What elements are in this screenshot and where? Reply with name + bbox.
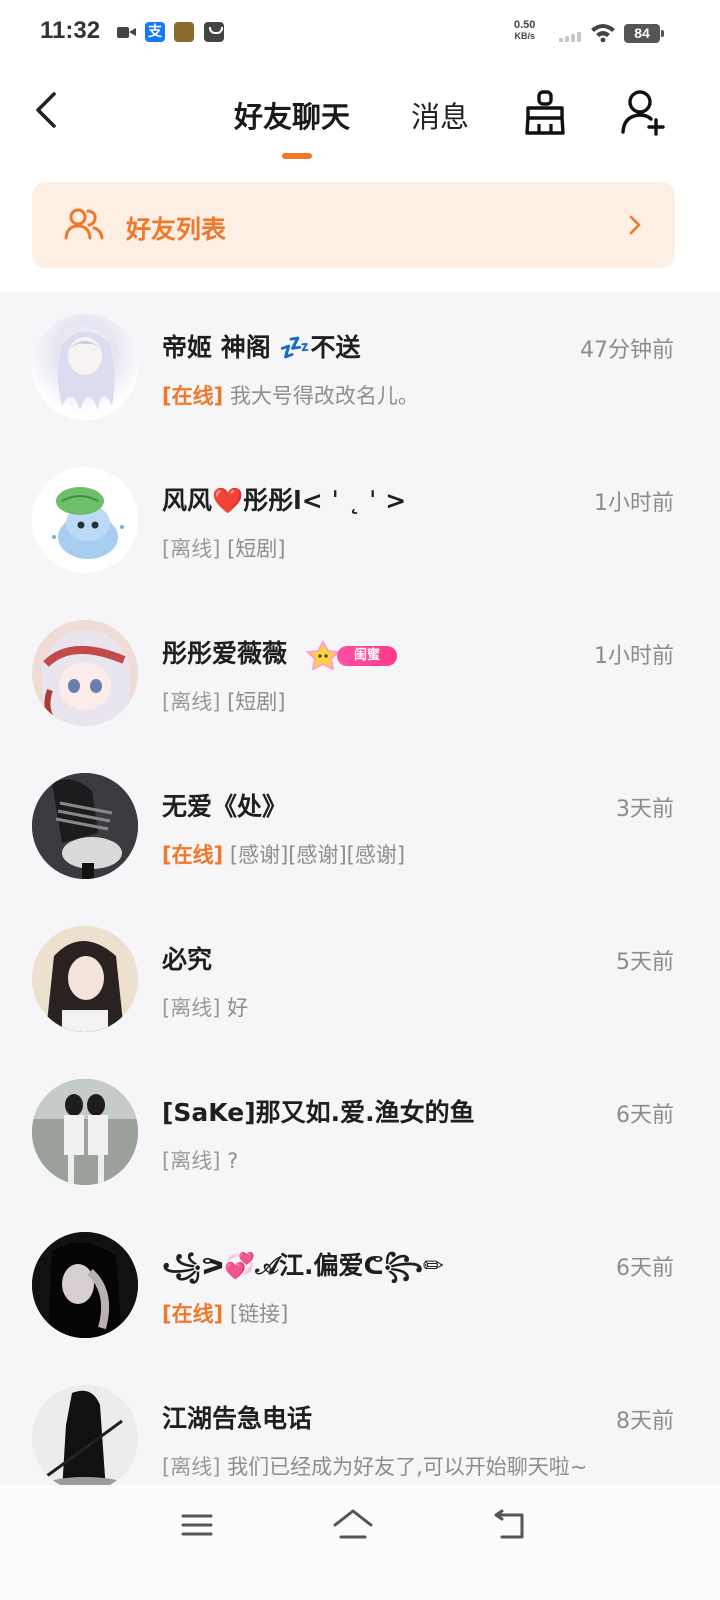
chat-row[interactable]: 彤彤爱薇薇 闺蜜 1小时前 [离线] [短剧] bbox=[0, 598, 720, 751]
avatar[interactable] bbox=[32, 620, 138, 726]
chat-row[interactable]: ꧁ᕗ💞𝒜江.偏爱ᕦ꧂✏ 6天前 [在线] [链接] bbox=[0, 1210, 720, 1363]
last-message-time: 6天前 bbox=[616, 1256, 674, 1281]
offline-status: [离线] bbox=[162, 1149, 221, 1173]
offline-status: [离线] bbox=[162, 537, 221, 561]
bestie-badge: 闺蜜 bbox=[297, 640, 398, 670]
tab-messages[interactable]: 消息 bbox=[411, 94, 469, 136]
network-speed: 0.50 KB/s bbox=[514, 20, 535, 42]
network-speed-unit: KB/s bbox=[514, 31, 535, 41]
tab-friend-chat[interactable]: 好友聊天 bbox=[234, 94, 350, 136]
bestie-badge-label: 闺蜜 bbox=[337, 646, 398, 666]
message-preview: [在线] [感谢][感谢][感谢] bbox=[162, 839, 405, 869]
online-status: [在线] bbox=[162, 1302, 224, 1326]
friend-list-label: 好友列表 bbox=[126, 215, 227, 244]
message-text: [链接] bbox=[223, 1302, 289, 1326]
avatar[interactable] bbox=[32, 773, 138, 879]
friend-name: 帝姬 神阁 💤不送 bbox=[162, 333, 361, 362]
menu-icon[interactable] bbox=[175, 1505, 219, 1545]
back-nav-icon[interactable] bbox=[488, 1505, 532, 1545]
top-header: 好友聊天 消息 bbox=[0, 64, 720, 174]
alipay-icon: 支 bbox=[145, 22, 165, 42]
avatar[interactable] bbox=[32, 314, 138, 420]
friend-chat-list[interactable]: 帝姬 神阁 💤不送 47分钟前 [在线] 我大号得改改名儿。 风风❤️彤彤l< … bbox=[0, 292, 720, 1485]
message-preview: [离线] 好 bbox=[162, 992, 248, 1022]
offline-status: [离线] bbox=[162, 690, 221, 714]
video-camera-icon bbox=[117, 22, 137, 42]
friend-name-text: 彤彤爱薇薇 bbox=[162, 639, 288, 668]
message-text: [感谢][感谢][感谢] bbox=[223, 843, 406, 867]
message-text: 我大号得改改名儿。 bbox=[223, 384, 419, 408]
chat-row[interactable]: 帝姬 神阁 💤不送 47分钟前 [在线] 我大号得改改名儿。 bbox=[0, 292, 720, 445]
chat-row[interactable]: 江湖告急电话 8天前 [离线] 我们已经成为好友了,可以开始聊天啦~ bbox=[0, 1363, 720, 1485]
offline-status: [离线] bbox=[162, 1455, 221, 1479]
friend-name: 风风❤️彤彤l< ˈ ˛ ˈ > bbox=[162, 486, 407, 515]
chevron-right-icon bbox=[629, 215, 641, 235]
avatar[interactable] bbox=[32, 1079, 138, 1185]
avatar[interactable] bbox=[32, 1232, 138, 1338]
last-message-time: 47分钟前 bbox=[580, 338, 674, 363]
last-message-time: 1小时前 bbox=[594, 644, 674, 669]
status-bar: 11:32 支 0.50 KB/s 84 bbox=[0, 0, 720, 64]
last-message-time: 1小时前 bbox=[594, 491, 674, 516]
shopping-bag-icon bbox=[204, 22, 224, 42]
message-text: 好 bbox=[220, 996, 249, 1020]
message-text: 我们已经成为好友了,可以开始聊天啦~ bbox=[220, 1455, 588, 1479]
status-time: 11:32 bbox=[40, 17, 101, 44]
last-message-time: 6天前 bbox=[616, 1103, 674, 1128]
friend-name: 江湖告急电话 bbox=[162, 1404, 313, 1433]
chat-row[interactable]: 无爱《处》 3天前 [在线] [感谢][感谢][感谢] bbox=[0, 751, 720, 904]
message-text: [短剧] bbox=[220, 537, 286, 561]
friend-name: [SaKe]那又如.爱.渔女的鱼 bbox=[162, 1098, 475, 1127]
game-app-icon bbox=[174, 22, 194, 42]
message-preview: [离线] [短剧] bbox=[162, 686, 285, 716]
friend-name: 必究 bbox=[162, 945, 213, 974]
chat-row[interactable]: 风风❤️彤彤l< ˈ ˛ ˈ > 1小时前 [离线] [短剧] bbox=[0, 445, 720, 598]
message-preview: [离线] ? bbox=[162, 1145, 238, 1175]
message-text: ? bbox=[220, 1149, 239, 1173]
offline-status: [离线] bbox=[162, 996, 221, 1020]
home-icon[interactable] bbox=[331, 1505, 375, 1545]
chat-row[interactable]: [SaKe]那又如.爱.渔女的鱼 6天前 [离线] ? bbox=[0, 1057, 720, 1210]
last-message-time: 5天前 bbox=[616, 950, 674, 975]
friends-group-icon bbox=[64, 208, 104, 240]
active-tab-indicator bbox=[282, 153, 312, 159]
wifi-icon bbox=[591, 24, 615, 42]
friend-name: 彤彤爱薇薇 闺蜜 bbox=[162, 634, 398, 670]
message-preview: [离线] 我们已经成为好友了,可以开始聊天啦~ bbox=[162, 1451, 587, 1481]
message-text: [短剧] bbox=[220, 690, 286, 714]
network-speed-value: 0.50 bbox=[514, 19, 536, 31]
friend-name: 无爱《处》 bbox=[162, 792, 288, 821]
message-preview: [在线] 我大号得改改名儿。 bbox=[162, 380, 419, 410]
avatar[interactable] bbox=[32, 1385, 138, 1485]
message-preview: [在线] [链接] bbox=[162, 1298, 288, 1328]
friend-list-banner[interactable]: 好友列表 bbox=[32, 182, 675, 268]
online-status: [在线] bbox=[162, 384, 224, 408]
chat-row[interactable]: 必究 5天前 [离线] 好 bbox=[0, 904, 720, 1057]
back-arrow-icon[interactable] bbox=[28, 88, 68, 132]
message-preview: [离线] [短剧] bbox=[162, 533, 285, 563]
signal-icon bbox=[559, 28, 583, 42]
avatar[interactable] bbox=[32, 467, 138, 573]
last-message-time: 8天前 bbox=[616, 1409, 674, 1434]
last-message-time: 3天前 bbox=[616, 797, 674, 822]
battery-indicator: 84 bbox=[624, 24, 664, 43]
system-navigation-bar bbox=[0, 1485, 720, 1600]
friend-name: ꧁ᕗ💞𝒜江.偏爱ᕦ꧂✏ bbox=[162, 1251, 444, 1280]
avatar[interactable] bbox=[32, 926, 138, 1032]
clean-broom-icon[interactable] bbox=[522, 88, 568, 138]
online-status: [在线] bbox=[162, 843, 224, 867]
add-friend-icon[interactable] bbox=[620, 88, 666, 138]
